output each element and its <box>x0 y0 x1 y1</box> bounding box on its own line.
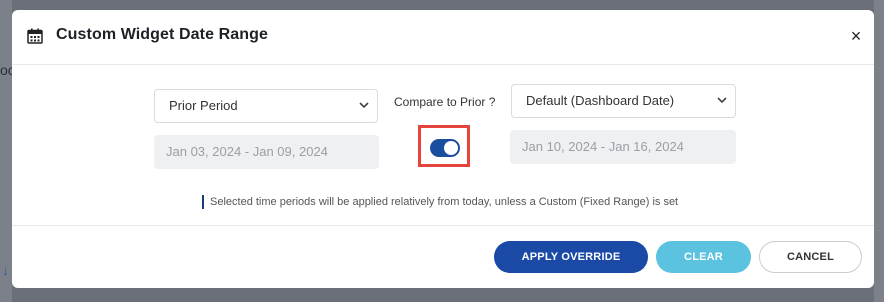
toggle-knob <box>444 141 458 155</box>
chevron-down-icon <box>359 102 369 109</box>
primary-period-select[interactable]: Prior Period <box>154 89 378 123</box>
modal-title: Custom Widget Date Range <box>56 26 269 43</box>
date-range-modal: Custom Widget Date Range × Prior Period … <box>12 10 874 288</box>
info-accent-bar <box>202 195 204 209</box>
info-text: Selected time periods will be applied re… <box>210 196 679 208</box>
clear-button[interactable]: CLEAR <box>656 241 751 273</box>
close-button[interactable]: × <box>845 24 867 48</box>
compare-label: Compare to Prior ? <box>394 95 496 109</box>
footer-divider <box>12 225 874 226</box>
cancel-button[interactable]: CANCEL <box>759 241 862 273</box>
compare-toggle[interactable] <box>430 139 460 157</box>
backdrop-left <box>0 0 12 302</box>
secondary-period-select[interactable]: Default (Dashboard Date) <box>511 84 736 118</box>
primary-date-range: Jan 03, 2024 - Jan 09, 2024 <box>154 135 379 169</box>
background-arrow-fragment: ↓ <box>2 262 9 278</box>
calendar-icon <box>27 28 43 44</box>
secondary-date-range: Jan 10, 2024 - Jan 16, 2024 <box>510 130 736 164</box>
primary-period-value: Prior Period <box>169 98 238 113</box>
modal-header: Custom Widget Date Range × <box>12 10 874 65</box>
backdrop-right <box>874 0 884 302</box>
chevron-down-icon <box>717 97 727 104</box>
apply-override-button[interactable]: APPLY OVERRIDE <box>494 241 648 273</box>
secondary-period-value: Default (Dashboard Date) <box>526 93 675 108</box>
